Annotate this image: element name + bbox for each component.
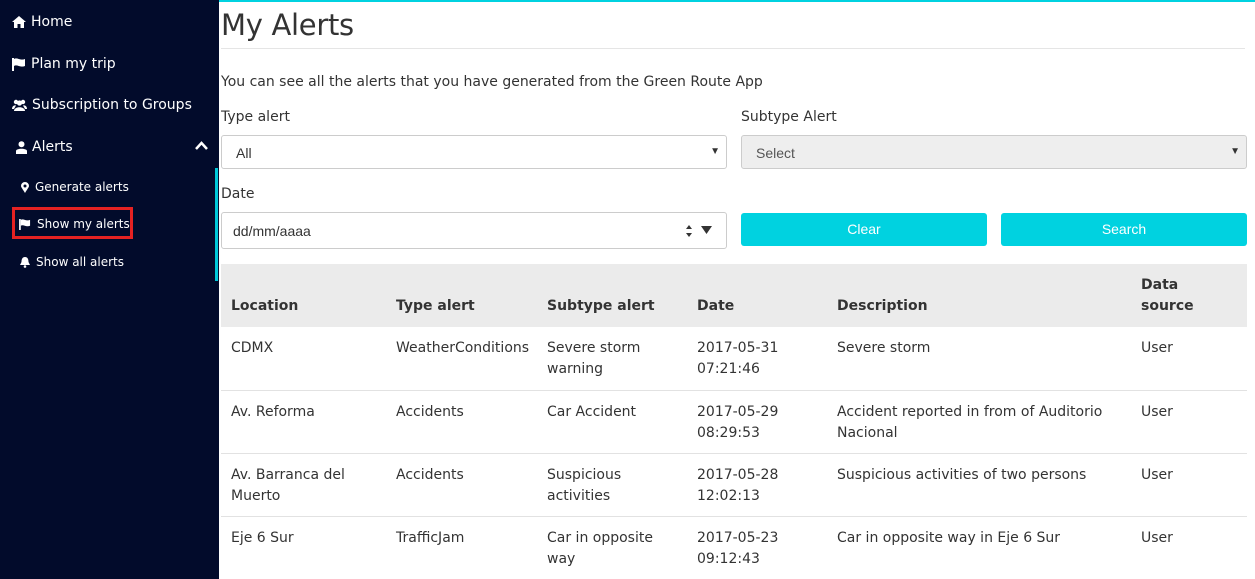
sidebar-subitem-label: Show my alerts xyxy=(37,217,130,231)
cell-subtype-alert: Suspicious activities xyxy=(547,467,622,504)
sidebar: Home Plan my trip Subscription to Groups… xyxy=(0,0,219,579)
spinner-arrows-icon[interactable] xyxy=(684,222,694,240)
cell-date: 2017-05-29 08:29:53 xyxy=(697,404,779,441)
cell-type-alert: WeatherConditions xyxy=(396,340,530,356)
flag-icon xyxy=(12,57,25,71)
cell-data-source: User xyxy=(1141,530,1173,546)
cell-date: 2017-05-23 09:12:43 xyxy=(697,530,779,567)
bell-icon xyxy=(20,256,30,268)
subtype-alert-label: Subtype Alert xyxy=(741,109,837,125)
cell-subtype-alert: Car in opposite way xyxy=(547,530,653,567)
cell-type-alert: Accidents xyxy=(396,467,464,483)
cell-data-source: User xyxy=(1141,467,1173,483)
type-alert-value: All xyxy=(236,145,252,161)
date-placeholder: dd/mm/aaaa xyxy=(233,223,311,239)
table-row: Eje 6 Sur TrafficJam Car in opposite way… xyxy=(221,516,1247,579)
sidebar-item-plan-my-trip[interactable]: Plan my trip xyxy=(12,56,116,72)
table-row: Av. Reforma Accidents Car Accident 2017-… xyxy=(221,390,1247,453)
column-header-date[interactable]: Date xyxy=(697,296,807,317)
sidebar-subitem-show-my-alerts[interactable]: Show my alerts xyxy=(19,217,130,231)
map-marker-icon xyxy=(21,181,29,193)
sidebar-item-alerts[interactable]: Alerts xyxy=(16,139,73,155)
column-header-data-source[interactable]: Data source xyxy=(1141,275,1211,317)
cell-date: 2017-05-31 07:21:46 xyxy=(697,340,779,377)
alerts-table: Location Type alert Subtype alert Date D… xyxy=(221,264,1247,579)
sidebar-item-label: Plan my trip xyxy=(31,56,116,72)
home-icon xyxy=(12,16,26,28)
cell-description: Suspicious activities of two persons xyxy=(837,467,1087,483)
date-label: Date xyxy=(221,186,255,202)
caret-down-icon: ▼ xyxy=(1230,146,1240,157)
sidebar-item-subscription-to-groups[interactable]: Subscription to Groups xyxy=(12,97,192,113)
column-header-location[interactable]: Location xyxy=(231,296,391,317)
cell-type-alert: TrafficJam xyxy=(396,530,465,546)
cell-location: Eje 6 Sur xyxy=(231,530,294,546)
sidebar-subitem-label: Show all alerts xyxy=(36,255,124,269)
cell-type-alert: Accidents xyxy=(396,404,464,420)
type-alert-label: Type alert xyxy=(221,109,290,125)
sidebar-item-label: Home xyxy=(31,14,73,30)
cell-subtype-alert: Car Accident xyxy=(547,404,637,420)
column-header-description[interactable]: Description xyxy=(837,296,1127,317)
subtype-alert-select[interactable]: Select ▼ xyxy=(741,135,1247,169)
sidebar-item-home[interactable]: Home xyxy=(12,14,72,30)
date-input[interactable]: dd/mm/aaaa xyxy=(221,212,727,249)
sidebar-subitem-generate-alerts[interactable]: Generate alerts xyxy=(21,180,129,194)
sidebar-item-label: Subscription to Groups xyxy=(32,97,192,113)
sidebar-item-label: Alerts xyxy=(32,139,73,155)
users-icon xyxy=(12,99,27,111)
cell-description: Car in opposite way in Eje 6 Sur xyxy=(837,530,1061,546)
dropdown-arrow-icon[interactable] xyxy=(701,225,712,235)
sidebar-subitem-label: Generate alerts xyxy=(35,180,129,194)
table-row: CDMX WeatherConditions Severe storm warn… xyxy=(221,327,1247,390)
title-divider xyxy=(221,48,1245,49)
cell-location: CDMX xyxy=(231,340,274,356)
search-button[interactable]: Search xyxy=(1001,213,1247,246)
column-header-subtype-alert[interactable]: Subtype alert xyxy=(547,296,667,317)
subtype-alert-value: Select xyxy=(756,145,795,161)
type-alert-select[interactable]: All ▼ xyxy=(221,135,727,169)
caret-down-icon: ▼ xyxy=(710,146,720,157)
clear-button[interactable]: Clear xyxy=(741,213,987,246)
chevron-up-icon[interactable] xyxy=(195,141,208,150)
cell-description: Accident reported in from of Auditorio N… xyxy=(837,404,1103,441)
table-row: Av. Barranca del Muerto Accidents Suspic… xyxy=(221,453,1247,516)
flag-icon xyxy=(19,218,31,230)
cell-location: Av. Barranca del Muerto xyxy=(231,467,345,504)
cell-subtype-alert: Severe storm warning xyxy=(547,340,641,377)
cell-description: Severe storm xyxy=(837,340,931,356)
submenu-indicator-bar xyxy=(215,168,218,281)
top-accent-bar xyxy=(219,0,1255,2)
cell-location: Av. Reforma xyxy=(231,404,315,420)
cell-data-source: User xyxy=(1141,404,1173,420)
sidebar-subitem-show-all-alerts[interactable]: Show all alerts xyxy=(20,255,124,269)
page-title: My Alerts xyxy=(221,8,354,42)
user-icon xyxy=(16,140,27,154)
cell-date: 2017-05-28 12:02:13 xyxy=(697,467,779,504)
column-header-type-alert[interactable]: Type alert xyxy=(396,296,541,317)
table-header: Location Type alert Subtype alert Date D… xyxy=(221,264,1247,327)
cell-data-source: User xyxy=(1141,340,1173,356)
page-intro: You can see all the alerts that you have… xyxy=(221,74,763,90)
